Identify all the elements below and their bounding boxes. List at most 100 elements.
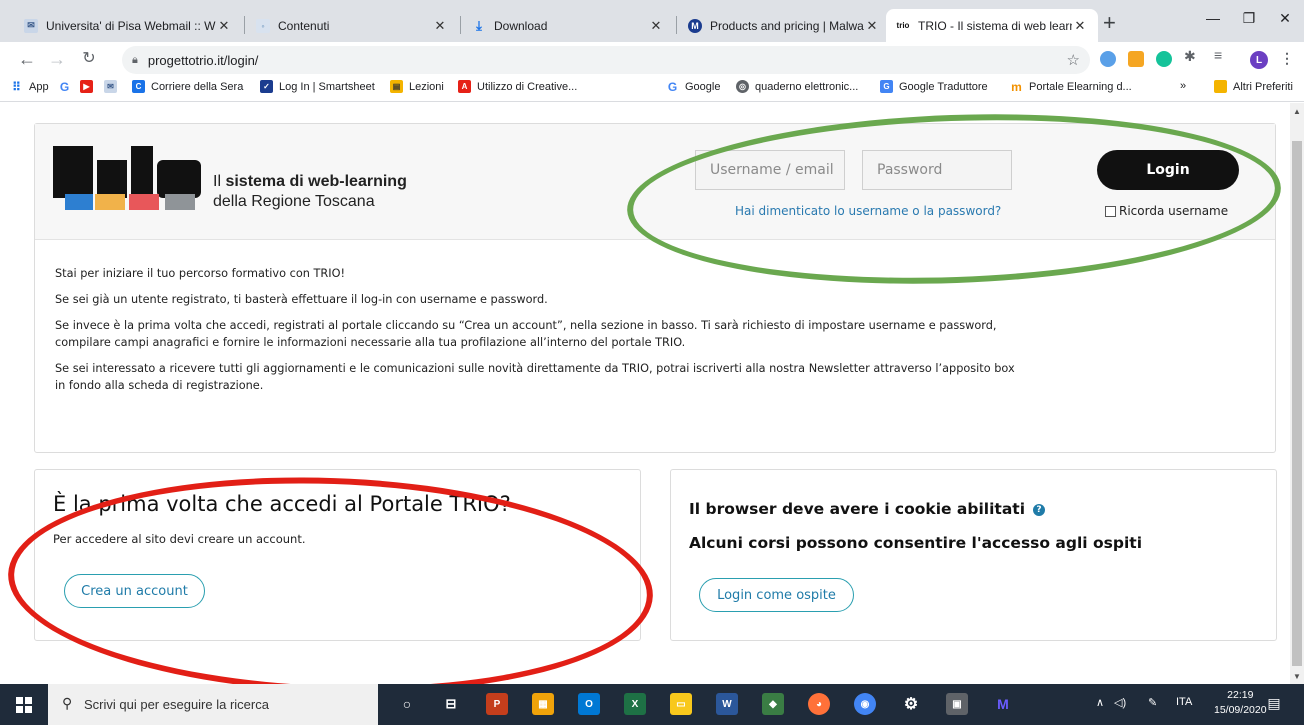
volume-icon[interactable]: ◁) <box>1114 696 1126 709</box>
apps-grid-icon: ⠿ <box>12 79 21 94</box>
trio-logo <box>53 146 201 210</box>
extensions-puzzle-icon[interactable]: ✱ <box>1184 48 1200 64</box>
cortana-icon[interactable]: ○ <box>396 693 418 715</box>
search-icon: ⚲ <box>62 695 73 711</box>
username-input[interactable]: Username / email <box>695 150 845 190</box>
google-icon: G <box>59 79 70 94</box>
bookmark-altri-preferiti[interactable]: Altri Preferiti <box>1214 80 1293 93</box>
remember-username[interactable]: Ricorda username <box>1105 204 1228 218</box>
task-view-icon[interactable]: ⊟ <box>440 693 462 715</box>
start-button[interactable] <box>0 684 48 725</box>
address-url: progettotrio.it/login/ <box>147 52 259 68</box>
remember-checkbox[interactable] <box>1105 205 1116 217</box>
minimize-icon[interactable]: — <box>1198 10 1228 26</box>
forward-icon[interactable]: → <box>46 48 68 70</box>
bookmark-traduttore[interactable]: G Google Traduttore <box>880 80 988 93</box>
bookmark-star-icon[interactable]: ☆ <box>1067 51 1080 69</box>
download-icon: ⤓ <box>476 17 482 33</box>
bookmark-corriere[interactable]: C Corriere della Sera <box>132 80 243 93</box>
tab-divider <box>460 16 461 34</box>
intro-text: Stai per iniziare il tuo percorso format… <box>55 265 1015 403</box>
google-icon: G <box>667 79 678 94</box>
help-icon[interactable]: ? <box>1033 503 1046 516</box>
windows-logo-icon <box>16 696 32 713</box>
forgot-password-link[interactable]: Hai dimenticato lo username o la passwor… <box>735 204 1001 218</box>
page-icon: ◦ <box>256 18 270 33</box>
guest-heading: Alcuni corsi possono consentire l'access… <box>689 534 1143 552</box>
bookmark-youtube[interactable]: ▶ <box>80 80 99 93</box>
password-input[interactable]: Password <box>862 150 1012 190</box>
tab-trio[interactable]: trio TRIO - Il sistema di web learnin ✕ <box>886 9 1098 42</box>
tab-download[interactable]: ⤓ Download ✕ <box>462 9 674 42</box>
login-button[interactable]: Login <box>1097 150 1239 190</box>
notifications-icon[interactable]: ▤ <box>1265 695 1283 713</box>
outlook-icon[interactable]: O <box>578 693 600 715</box>
create-account-button[interactable]: Crea un account <box>64 574 205 608</box>
bookmark-smartsheet[interactable]: ✓ Log In | Smartsheet <box>260 80 375 93</box>
extension-drop-icon[interactable] <box>1100 51 1116 67</box>
bookmark-quaderno[interactable]: ◎ quaderno elettronic... <box>736 80 858 93</box>
tab-malwarebytes[interactable]: M Products and pricing | Malware ✕ <box>678 9 890 42</box>
excel-icon[interactable]: X <box>624 693 646 715</box>
store-icon[interactable]: ▦ <box>532 693 554 715</box>
malwarebytes-icon[interactable]: M <box>992 693 1014 715</box>
translate-icon: G <box>880 80 893 93</box>
lock-icon: 🔒︎ <box>132 53 138 66</box>
bookmark-apps[interactable]: ⠿ App <box>10 79 48 94</box>
app-icon[interactable]: ▣ <box>946 693 968 715</box>
pen-icon[interactable]: ✎ <box>1148 696 1157 709</box>
taskbar-search[interactable]: ⚲ Scrivi qui per eseguire la ricerca <box>48 684 378 725</box>
youtube-icon: ▶ <box>80 80 93 93</box>
trio-favicon-icon: trio <box>896 21 910 30</box>
scroll-down-icon[interactable]: ▼ <box>1293 672 1301 681</box>
browser-menu-icon[interactable]: ⋮ <box>1280 50 1294 67</box>
chrome-icon[interactable]: ◉ <box>854 693 876 715</box>
tray-chevron-icon[interactable]: ∧ <box>1096 696 1104 709</box>
reload-icon[interactable]: ↻ <box>78 48 100 70</box>
app-icon[interactable]: ◆ <box>762 693 784 715</box>
firefox-icon[interactable]: ◕ <box>808 693 830 715</box>
bookmark-creative[interactable]: A Utilizzo di Creative... <box>458 80 577 93</box>
close-window-icon[interactable]: ✕ <box>1270 10 1300 27</box>
bookmark-lezioni[interactable]: ▤ Lezioni <box>390 80 444 93</box>
bookmark-google[interactable]: G Google <box>666 79 721 94</box>
close-tab-icon[interactable]: ✕ <box>648 18 664 34</box>
powerpoint-icon[interactable]: P <box>486 693 508 715</box>
browser-tab-bar: ✉ Universita' di Pisa Webmail :: W ✕ ◦ C… <box>0 0 1304 42</box>
restore-icon[interactable]: ❐ <box>1234 10 1264 27</box>
tab-contenuti[interactable]: ◦ Contenuti ✕ <box>246 9 458 42</box>
scroll-up-icon[interactable]: ▲ <box>1293 107 1301 116</box>
settings-gear-icon[interactable]: ⚙ <box>900 693 922 715</box>
profile-avatar[interactable]: L <box>1250 51 1268 69</box>
bookmark-google-small[interactable]: G <box>58 79 77 94</box>
more-bookmarks-button[interactable]: » <box>1180 80 1186 92</box>
language-indicator[interactable]: ITA <box>1176 696 1192 708</box>
grammarly-icon[interactable] <box>1156 51 1172 67</box>
address-bar[interactable]: 🔒︎ progettotrio.it/login/ ☆ <box>122 46 1090 74</box>
folder-icon <box>1214 80 1227 93</box>
page-scrollbar[interactable]: ▲ ▼ <box>1290 103 1304 684</box>
system-clock[interactable]: 22:19 15/09/2020 <box>1214 688 1267 718</box>
cookie-heading: Il browser deve avere i cookie abilitati… <box>689 500 1046 518</box>
moodle-icon: m <box>1011 79 1022 94</box>
extension-orange-icon[interactable] <box>1128 51 1144 67</box>
bookmark-unipi[interactable]: ✉ <box>104 80 123 93</box>
globe-icon: ◎ <box>736 80 749 93</box>
word-icon[interactable]: W <box>716 693 738 715</box>
back-icon[interactable]: ← <box>16 48 38 70</box>
new-tab-button[interactable]: + <box>1103 12 1116 34</box>
file-explorer-icon[interactable]: ▭ <box>670 693 692 715</box>
login-card: Il sistema di web-learning della Regione… <box>34 123 1276 453</box>
tab-webmail[interactable]: ✉ Universita' di Pisa Webmail :: W ✕ <box>14 9 242 42</box>
reading-list-icon[interactable]: ≡ <box>1214 47 1230 63</box>
bookmark-elearning[interactable]: m Portale Elearning d... <box>1010 79 1132 94</box>
scrollbar-thumb[interactable] <box>1292 141 1302 666</box>
guest-login-button[interactable]: Login come ospite <box>699 578 854 612</box>
close-tab-icon[interactable]: ✕ <box>1072 18 1088 34</box>
windows-taskbar: ⚲ Scrivi qui per eseguire la ricerca ○ ⊟… <box>0 684 1304 725</box>
intro-paragraph: Se sei già un utente registrato, ti bast… <box>55 293 548 306</box>
close-tab-icon[interactable]: ✕ <box>864 18 880 34</box>
close-tab-icon[interactable]: ✕ <box>432 18 448 34</box>
signup-text: Per accedere al sito devi creare un acco… <box>53 532 306 546</box>
close-tab-icon[interactable]: ✕ <box>216 18 232 34</box>
